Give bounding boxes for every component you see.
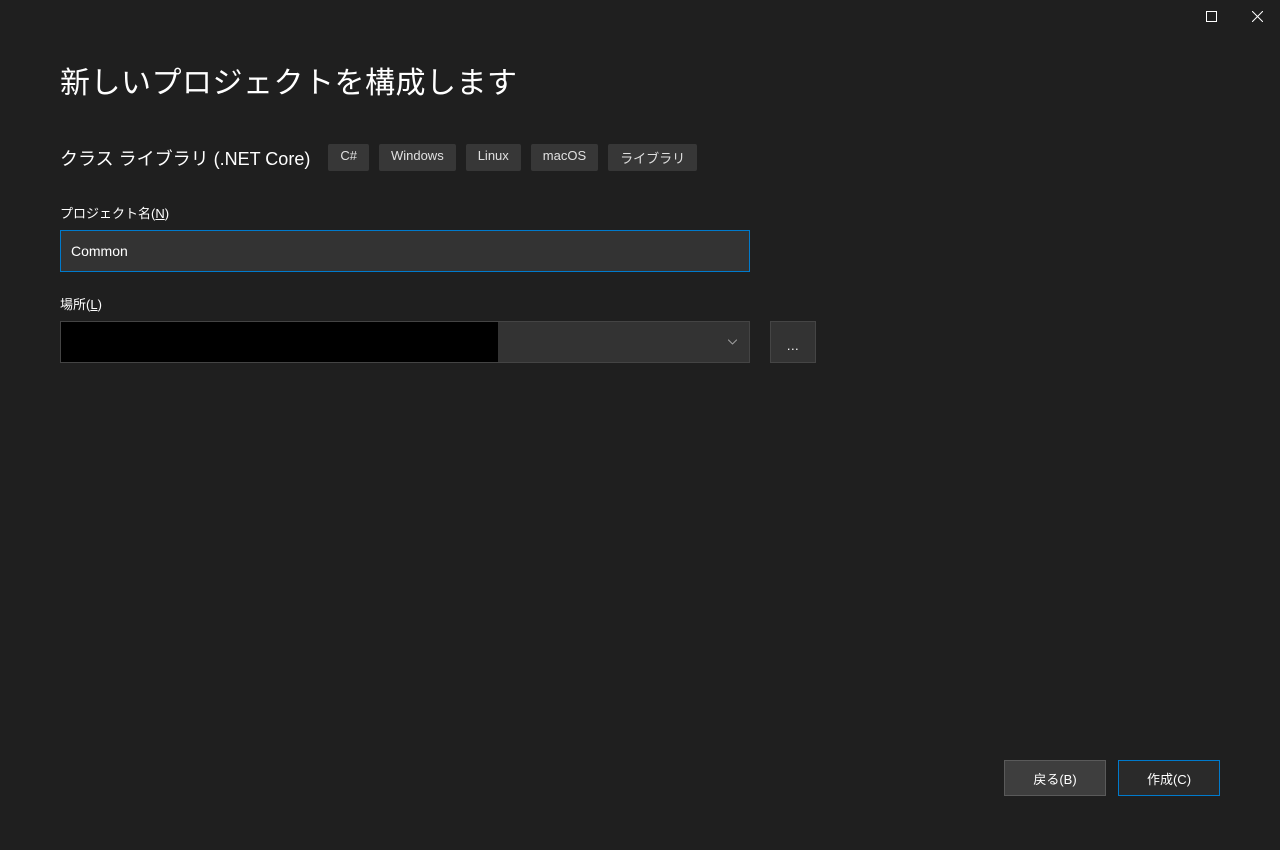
back-button-label: 戻る(B): [1033, 769, 1076, 788]
create-button-label: 作成(C): [1147, 769, 1191, 788]
browse-button[interactable]: ...: [770, 321, 816, 363]
content-area: 新しいプロジェクトを構成します クラス ライブラリ (.NET Core) C#…: [0, 0, 1280, 363]
label-accelerator: L: [90, 297, 97, 312]
location-label: 場所(L): [60, 294, 1220, 313]
footer-buttons: 戻る(B) 作成(C): [1004, 760, 1220, 796]
tag-library: ライブラリ: [608, 144, 697, 171]
template-info-row: クラス ライブラリ (.NET Core) C# Windows Linux m…: [60, 144, 1220, 171]
label-text-suffix: ): [165, 206, 169, 221]
tag-csharp: C#: [328, 144, 369, 171]
close-icon: [1252, 9, 1263, 27]
project-name-label: プロジェクト名(N): [60, 203, 1220, 222]
template-name: クラス ライブラリ (.NET Core): [60, 145, 310, 171]
label-accelerator: N: [155, 206, 164, 221]
maximize-button[interactable]: [1188, 0, 1234, 36]
location-dropdown[interactable]: [60, 321, 750, 363]
label-text: 場所(: [60, 297, 90, 312]
browse-button-label: ...: [787, 338, 799, 353]
page-title: 新しいプロジェクトを構成します: [60, 58, 1220, 102]
window-controls: [1188, 0, 1280, 36]
project-name-group: プロジェクト名(N): [60, 203, 1220, 272]
label-text: プロジェクト名(: [60, 206, 155, 221]
close-button[interactable]: [1234, 0, 1280, 36]
project-name-input[interactable]: [60, 230, 750, 272]
location-row: ...: [60, 321, 1220, 363]
location-group: 場所(L) ...: [60, 294, 1220, 363]
tag-linux: Linux: [466, 144, 521, 171]
label-text-suffix: ): [98, 297, 102, 312]
location-redacted-area: [61, 322, 498, 362]
tag-windows: Windows: [379, 144, 456, 171]
template-tags: C# Windows Linux macOS ライブラリ: [328, 144, 697, 171]
maximize-icon: [1206, 9, 1217, 27]
tag-macos: macOS: [531, 144, 598, 171]
create-button[interactable]: 作成(C): [1118, 760, 1220, 796]
back-button[interactable]: 戻る(B): [1004, 760, 1106, 796]
chevron-down-icon: [728, 340, 737, 345]
